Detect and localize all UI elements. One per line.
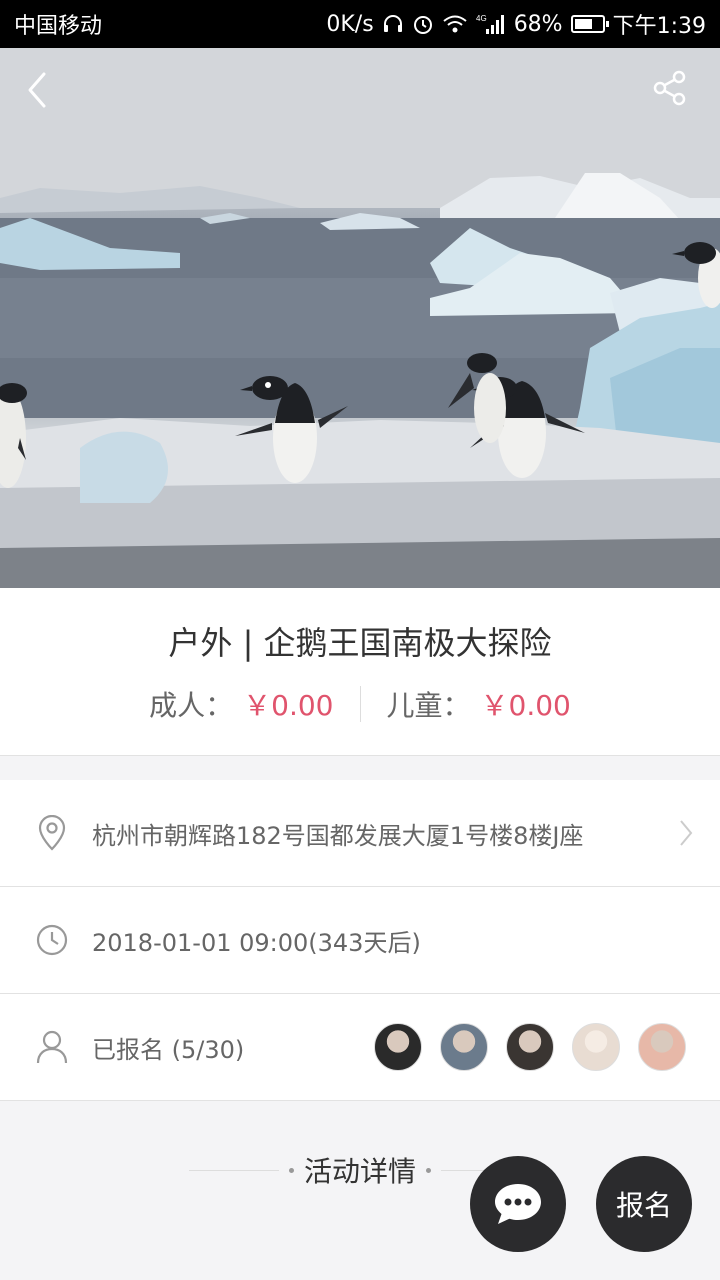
hero-image (0, 48, 720, 588)
divider-dot (288, 1167, 294, 1173)
child-price: 儿童： ￥0.00 (387, 684, 571, 724)
adult-price-value: ￥0.00 (243, 689, 334, 722)
back-button[interactable] (22, 70, 72, 120)
signup-count: 已报名 (5/30) (92, 1035, 245, 1064)
datetime-text: 2018-01-01 09:00(343天后) (92, 928, 421, 957)
event-summary: 户外 | 企鹅王国南极大探险 成人： ￥0.00 儿童： ￥0.00 (0, 588, 720, 756)
clock-icon (34, 922, 70, 958)
chevron-left-icon (28, 72, 46, 108)
attendee-avatar[interactable] (440, 1023, 488, 1071)
event-info-list: 杭州市朝辉路182号国都发展大厦1号楼8楼J座 2018-01-01 09:00… (0, 780, 720, 1101)
chat-button[interactable] (470, 1156, 566, 1252)
attendee-avatar[interactable] (638, 1023, 686, 1071)
signup-row[interactable]: 已报名 (5/30) (0, 994, 720, 1101)
carrier-label: 中国移动 (14, 14, 103, 39)
share-button[interactable] (652, 70, 702, 120)
price-row: 成人： ￥0.00 儿童： ￥0.00 (0, 684, 720, 724)
attendee-avatar[interactable] (572, 1023, 620, 1071)
adult-price: 成人： ￥0.00 (149, 684, 333, 724)
clock: 下午1:39 (612, 14, 706, 39)
headphone-icon (382, 13, 404, 35)
signal-icon: 4G (476, 13, 506, 35)
status-bar: 中国移动 0K/s 4G 68% 下午1:39 (0, 0, 720, 48)
share-icon (653, 70, 686, 106)
net-speed: 0K/s (326, 11, 374, 37)
address-row[interactable]: 杭州市朝辉路182号国都发展大厦1号楼8楼J座 (0, 780, 720, 887)
divider-line (188, 1169, 279, 1171)
chat-bubble-icon (495, 1184, 541, 1224)
adult-price-label: 成人： (149, 689, 234, 722)
event-title: 户外 | 企鹅王国南极大探险 (168, 624, 552, 662)
location-pin-icon (34, 815, 70, 851)
chevron-right-icon (674, 815, 698, 851)
battery-percent: 68% (513, 11, 563, 37)
details-title: 活动详情 (303, 1155, 416, 1188)
divider-dot (426, 1167, 431, 1173)
status-indicators: 0K/s 4G 68% 下午1:39 (326, 8, 706, 40)
attendee-avatars[interactable] (374, 1023, 686, 1071)
address-text: 杭州市朝辉路182号国都发展大厦1号楼8楼J座 (92, 821, 584, 850)
datetime-row: 2018-01-01 09:00(343天后) (0, 887, 720, 994)
penguin-scene (0, 48, 720, 588)
network-type-label: 4G (476, 14, 487, 23)
signup-button[interactable]: 报名 (596, 1156, 692, 1252)
person-icon (34, 1029, 70, 1065)
child-price-value: ￥0.00 (480, 689, 571, 722)
attendee-avatar[interactable] (506, 1023, 554, 1071)
wifi-icon (442, 14, 468, 34)
battery-icon (570, 15, 609, 33)
attendee-avatar[interactable] (374, 1023, 422, 1071)
price-divider (359, 686, 361, 722)
alarm-icon (412, 13, 434, 35)
child-price-label: 儿童： (386, 689, 471, 722)
